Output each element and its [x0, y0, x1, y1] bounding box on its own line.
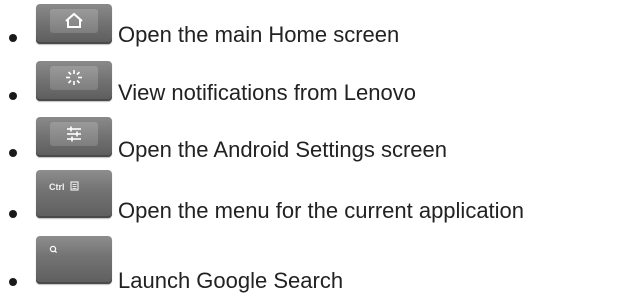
settings-sliders-icon: [67, 126, 81, 142]
settings-key: [36, 117, 112, 157]
bullet: [9, 149, 17, 157]
item-description: Launch Google Search: [118, 268, 344, 293]
bullet: [9, 92, 17, 100]
bullet: [9, 34, 17, 42]
search-icon: [49, 245, 58, 254]
home-icon: [65, 12, 83, 28]
list-item: View notifications from Lenovo: [0, 59, 623, 105]
list-item: Open the Android Settings screen: [0, 115, 623, 162]
notification-key: [36, 61, 112, 101]
menu-icon: [70, 181, 79, 191]
bullet: [9, 278, 17, 286]
home-key: [36, 4, 112, 44]
item-description: Open the Android Settings screen: [118, 137, 447, 162]
bullet: [9, 210, 17, 218]
list-item: Open the main Home screen: [0, 2, 623, 47]
item-description: View notifications from Lenovo: [118, 80, 416, 105]
notification-icon: [66, 70, 82, 85]
search-key: [36, 236, 112, 284]
list-item: Launch Google Search: [0, 232, 623, 293]
item-description: Open the menu for the current applicatio…: [118, 198, 525, 223]
ctrl-menu-key: Ctrl: [36, 170, 112, 218]
item-description: Open the main Home screen: [118, 22, 400, 47]
list-item: Ctrl Open the menu for the current appli…: [0, 170, 623, 223]
